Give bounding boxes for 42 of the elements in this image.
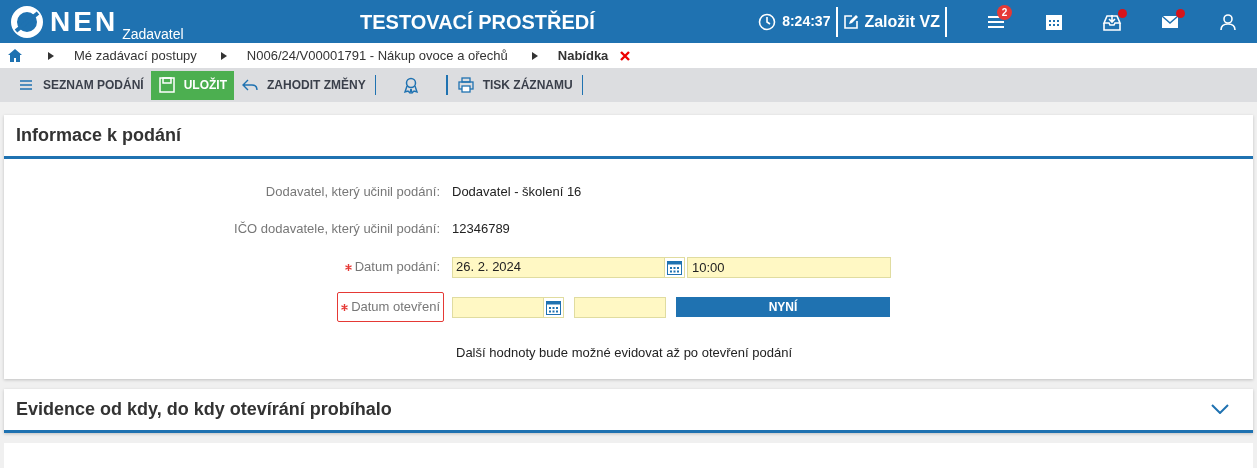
section-title[interactable]: Informace k podání (16, 122, 182, 149)
chevron-down-icon[interactable] (1211, 404, 1229, 414)
field-label: Datum otevření (337, 292, 444, 322)
field-label: Datum podání: (340, 252, 444, 282)
field-value: 12346789 (452, 219, 510, 238)
close-icon[interactable] (620, 50, 631, 61)
field-label: Dodavatel, který učinil podání: (264, 182, 441, 201)
section-header[interactable]: Informace k podání (4, 115, 1253, 159)
notification-badge: 2 (997, 5, 1012, 20)
clock-time: 8:24:37 (782, 12, 831, 31)
required-asterisk-icon (341, 303, 349, 311)
calendar-icon[interactable] (543, 296, 564, 318)
clock-icon (758, 12, 777, 31)
toolbar-button[interactable]: ZAHODIT ZMĚNY (234, 70, 373, 100)
toolbar-button[interactable]: TISK ZÁZNAMU (449, 70, 580, 100)
section-header[interactable]: Evidence od kdy, do kdy otevírání probíhalo (4, 388, 1253, 433)
printer-icon[interactable] (456, 76, 475, 94)
time-field[interactable] (574, 296, 666, 318)
info-note: Další hodnoty bude možné evidovat až po otevření podání (456, 345, 793, 360)
section-title[interactable]: Evidence od kdy, do kdy otevírání probíhalo (16, 395, 392, 423)
caret-icon (220, 51, 227, 60)
date-field[interactable]: 26. 2. 2024 (452, 256, 664, 278)
environment-title: TESTOVACÍ PROSTŘEDÍ (360, 9, 595, 35)
edit-icon[interactable] (843, 13, 860, 30)
caret-icon (531, 51, 538, 60)
breadcrumb-link[interactable]: Mé zadávací postupy (74, 45, 197, 66)
toolbar-button[interactable]: SEZNAM PODÁNÍ (10, 70, 151, 100)
now-button[interactable]: NYNÍ (676, 297, 890, 317)
ring-logo-icon (10, 4, 44, 39)
breadcrumb-link[interactable]: N006/24/V00001791 - Nákup ovoce a ořechů (246, 45, 508, 66)
field-label: IČO dodavatele, který učinil podání: (233, 219, 441, 238)
logo-subtitle: Zadavatel (122, 26, 184, 41)
required-asterisk-icon (344, 263, 352, 271)
home-icon[interactable] (8, 49, 22, 62)
create-contract-button[interactable]: Založit VZ (838, 9, 945, 34)
field-value: Dodavatel - školení 16 (452, 182, 582, 201)
caret-icon (48, 51, 54, 60)
time-field[interactable]: 10:00 (687, 256, 891, 278)
breadcrumb-link[interactable]: Nabídka (557, 45, 609, 66)
calendar-icon[interactable] (664, 256, 685, 278)
logo-text: NEN (50, 7, 119, 36)
date-field[interactable] (452, 296, 543, 318)
